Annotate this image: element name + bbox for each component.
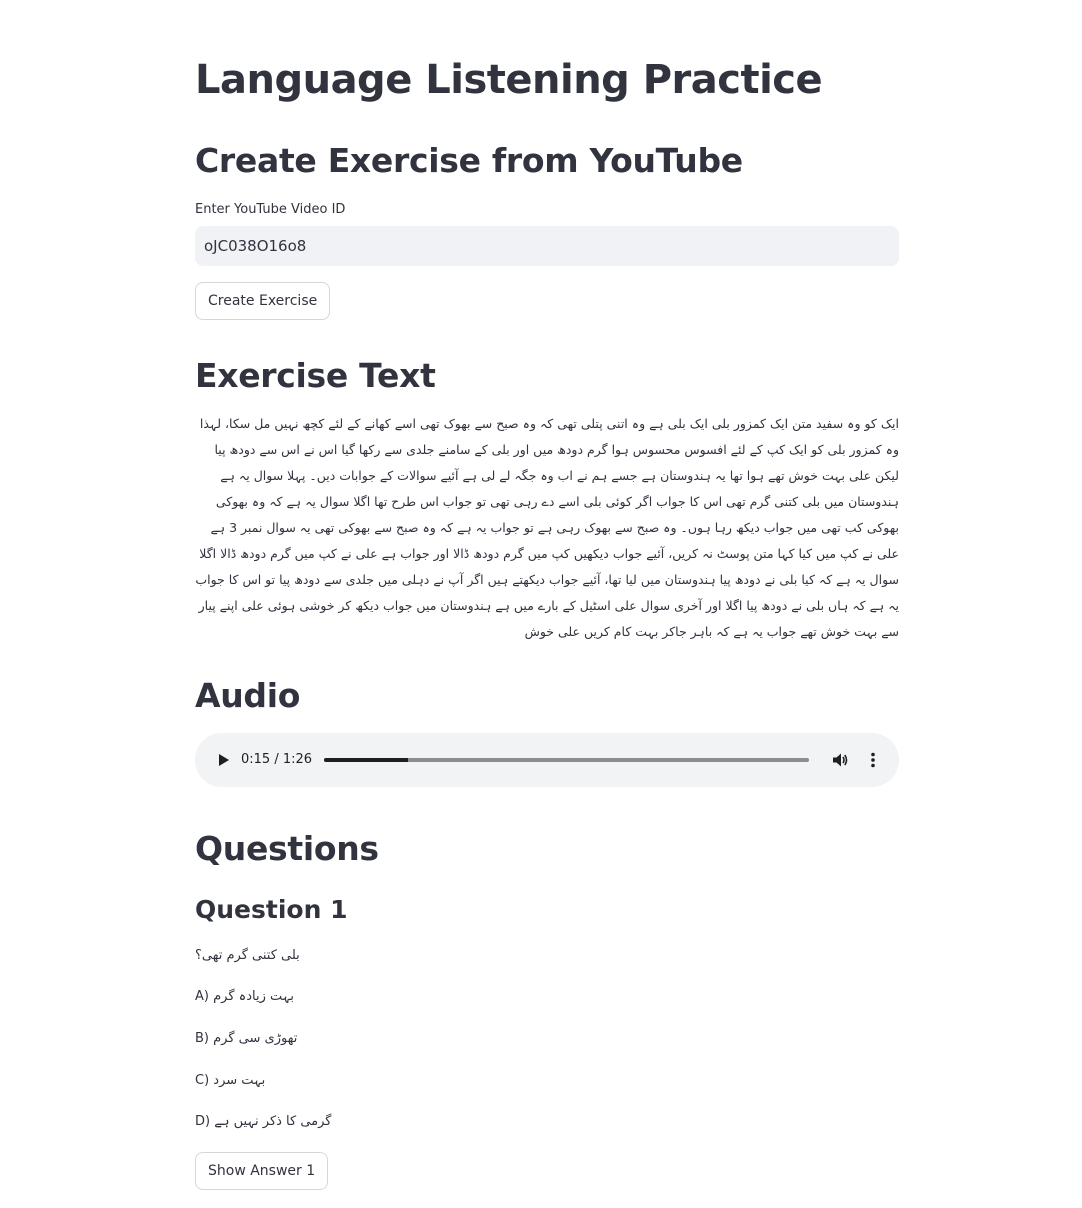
create-exercise-button[interactable]: Create Exercise: [195, 282, 331, 320]
video-id-label: Enter YouTube Video ID: [195, 202, 346, 217]
exercise-text-body: ایک کو وہ سفید متن ایک کمزور بلی ایک بلی…: [195, 416, 899, 639]
question-1-option-a: A) بہت زیادہ گرم: [195, 989, 295, 1004]
video-id-input[interactable]: [195, 226, 899, 266]
question-1-option-c: C) بہت سرد: [195, 1073, 266, 1088]
question-1-prompt: بلی کتنی گرم تھی؟: [195, 948, 300, 963]
more-vertical-icon[interactable]: [863, 750, 883, 770]
play-icon[interactable]: [213, 750, 233, 770]
volume-icon[interactable]: [830, 750, 850, 770]
question-1-title: Question 1: [195, 895, 348, 924]
audio-progress-fill: [324, 758, 408, 762]
audio-player[interactable]: 0:15 / 1:26: [195, 733, 899, 787]
question-1-option-b: B) تھوڑی سی گرم: [195, 1031, 298, 1046]
show-answer-1-button[interactable]: Show Answer 1: [195, 1152, 329, 1190]
question-1-option-d: D) گرمی کا ذکر نہیں ہے: [195, 1114, 332, 1129]
audio-heading: Audio: [195, 676, 301, 715]
page-title: Language Listening Practice: [195, 57, 823, 103]
audio-time-display: 0:15 / 1:26: [241, 752, 313, 767]
questions-heading: Questions: [195, 829, 379, 868]
exercise-text-heading: Exercise Text: [195, 356, 436, 395]
create-exercise-heading: Create Exercise from YouTube: [195, 141, 743, 180]
